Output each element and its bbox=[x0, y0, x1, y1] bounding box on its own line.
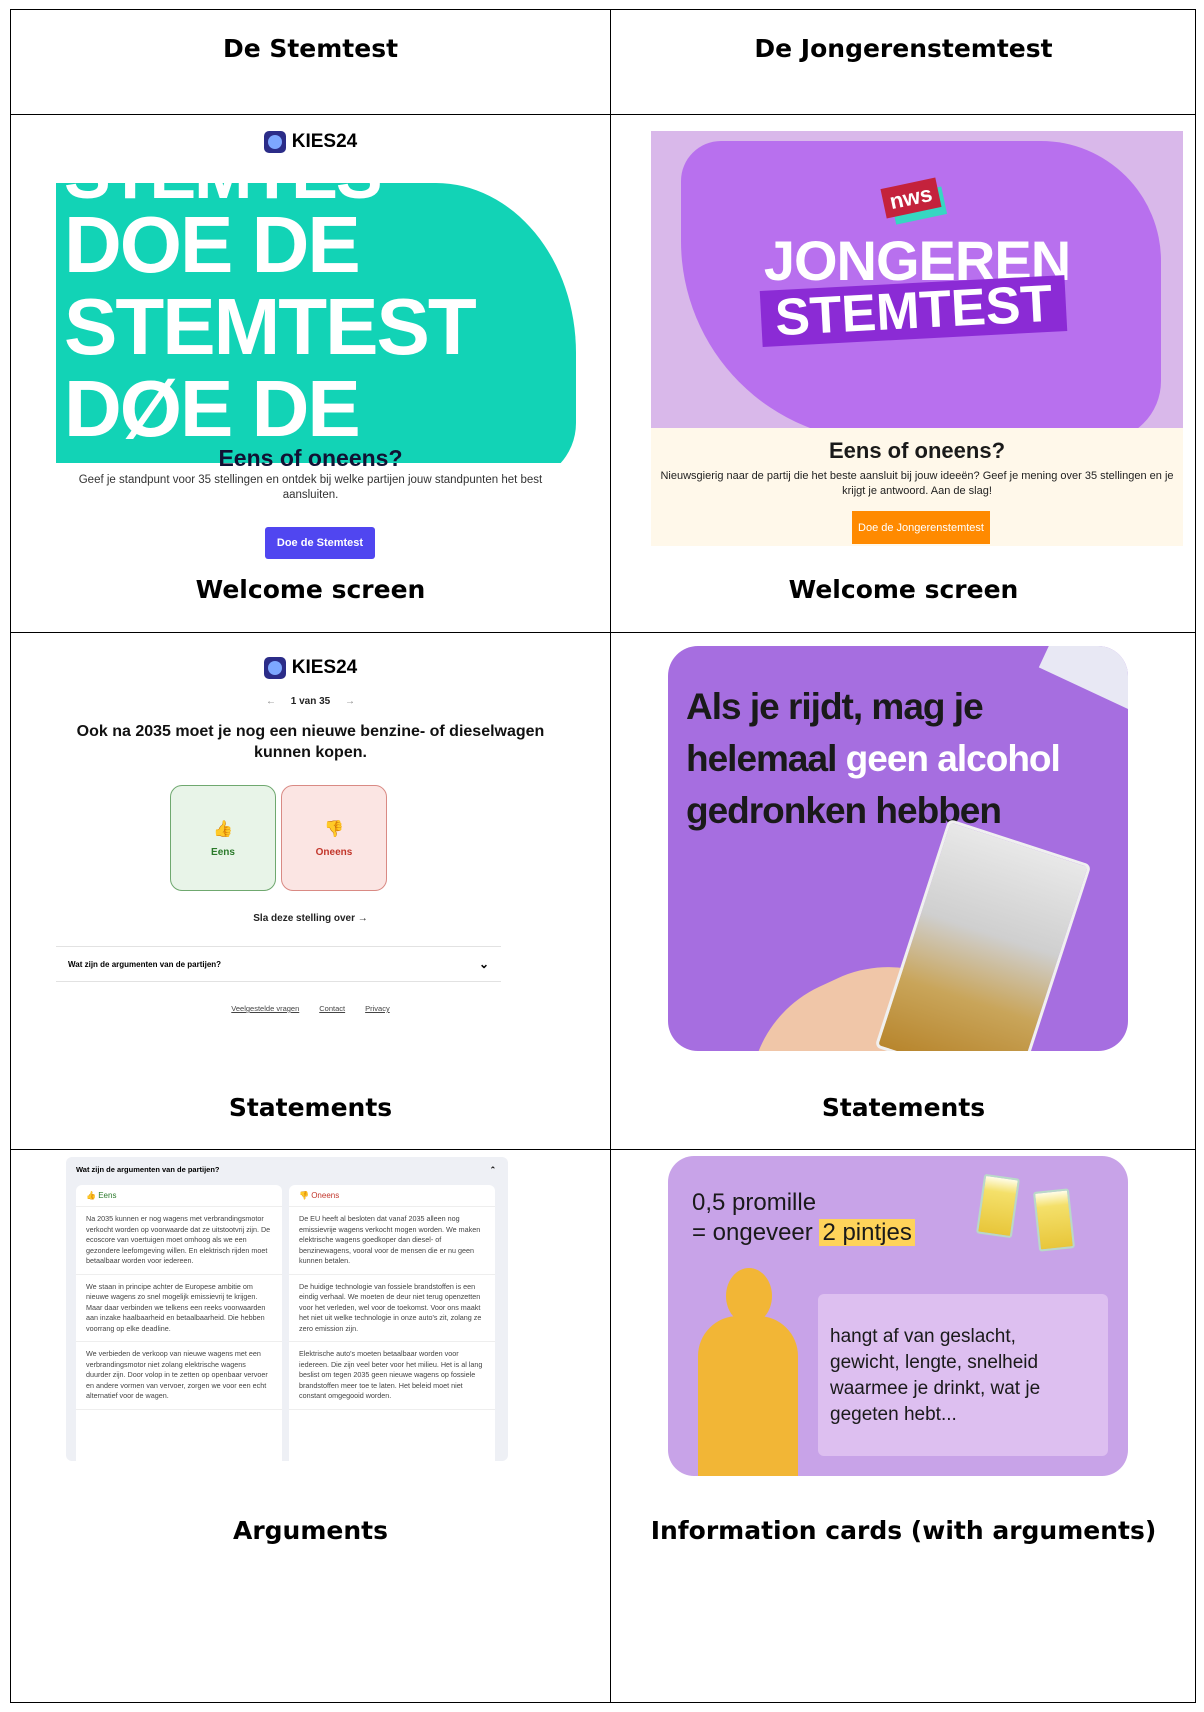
chevron-up-icon: ⌃ bbox=[489, 1165, 496, 1174]
caption: Statements bbox=[821, 1093, 986, 1122]
statement-navigation: ← 1 van 35 → bbox=[11, 696, 610, 707]
argument-item: De EU heeft al besloten dat vanaf 2035 a… bbox=[289, 1207, 495, 1275]
thumbs-down-icon: 👎 bbox=[299, 1191, 309, 1200]
information-card: 0,5 promille = ongeveer 2 pintjes hangt … bbox=[668, 1156, 1128, 1476]
comparison-table: De Stemtest De Jongerenstemtest KIES24 S… bbox=[10, 9, 1196, 1703]
info-card-cell: 0,5 promille = ongeveer 2 pintjes hangt … bbox=[611, 1150, 1196, 1703]
beer-glass-image bbox=[874, 818, 1092, 1051]
kies24-logo: KIES24 bbox=[11, 131, 610, 153]
beer-glass-icon bbox=[1032, 1188, 1076, 1252]
arguments-cell: Wat zijn de argumenten van de partijen? … bbox=[11, 1150, 610, 1703]
chevron-down-icon: ⌄ bbox=[478, 957, 489, 971]
caption: Welcome screen bbox=[195, 575, 426, 604]
jongeren-title-line1: JONGEREN bbox=[763, 229, 1071, 292]
caption: Statements bbox=[228, 1093, 393, 1122]
next-arrow-icon[interactable]: → bbox=[345, 696, 355, 707]
stemtest-hero-art: STEMTES DOE DE STEMTEST DØE DE bbox=[56, 165, 576, 463]
previous-arrow-icon[interactable]: ← bbox=[266, 696, 276, 707]
person-silhouette bbox=[698, 1316, 798, 1476]
thumbs-up-icon: 👍 bbox=[86, 1191, 96, 1200]
argument-item: Na 2035 kunnen er nog wagens met verbran… bbox=[76, 1207, 282, 1275]
kies24-logo: KIES24 bbox=[11, 657, 610, 679]
column-header: De Stemtest bbox=[222, 34, 399, 63]
jongeren-statement-cell: Als je rijdt, mag je helemaal geen alcoh… bbox=[611, 633, 1196, 1149]
welcome-title: Eens of oneens? bbox=[828, 438, 1006, 463]
stemtest-welcome-cell: KIES24 STEMTES DOE DE STEMTEST DØE DE Ee… bbox=[11, 115, 610, 632]
kies24-logo-icon bbox=[263, 131, 286, 153]
column-header: De Jongerenstemtest bbox=[754, 34, 1053, 63]
caption: Arguments bbox=[232, 1516, 388, 1545]
person-head bbox=[726, 1268, 772, 1324]
jongeren-welcome-screen: nws JONGEREN STEMTEST Eens of oneens? Ni… bbox=[651, 131, 1183, 546]
agree-column-title: 👍 Eens bbox=[76, 1185, 282, 1207]
caption: Information cards (with arguments) bbox=[650, 1516, 1157, 1545]
header-cell-right: De Jongerenstemtest bbox=[611, 10, 1196, 114]
arguments-accordion[interactable]: Wat zijn de argumenten van de partijen? … bbox=[56, 946, 501, 982]
welcome-title: Eens of oneens? bbox=[218, 445, 403, 471]
statement-text: Als je rijdt, mag je helemaal geen alcoh… bbox=[686, 686, 1061, 831]
welcome-text: Nieuwsgierig naar de partij die het best… bbox=[660, 470, 1174, 497]
agree-arguments-column: 👍 Eens Na 2035 kunnen er nog wagens met … bbox=[76, 1185, 282, 1461]
skip-statement-link[interactable]: Sla deze stelling over → bbox=[11, 913, 610, 924]
jongeren-hero-art: nws JONGEREN STEMTEST bbox=[651, 131, 1183, 428]
disagree-button[interactable]: 👎 Oneens bbox=[281, 785, 387, 891]
jongeren-welcome-cell: nws JONGEREN STEMTEST Eens of oneens? Ni… bbox=[611, 115, 1196, 632]
argument-item: De huidige technologie van fossiele bran… bbox=[289, 1275, 495, 1342]
info-card-headline: 0,5 promille = ongeveer 2 pintjes bbox=[692, 1188, 915, 1248]
arguments-accordion-header[interactable]: Wat zijn de argumenten van de partijen? … bbox=[76, 1165, 496, 1174]
agree-button[interactable]: 👍 Eens bbox=[170, 785, 276, 891]
privacy-link[interactable]: Privacy bbox=[365, 1004, 390, 1013]
beer-glass-icon bbox=[976, 1173, 1020, 1239]
faq-link[interactable]: Veelgestelde vragen bbox=[231, 1004, 299, 1013]
argument-item: We staan in principe achter de Europese … bbox=[76, 1275, 282, 1342]
stemtest-statement-cell: KIES24 ← 1 van 35 → Ook na 2035 moet je … bbox=[11, 633, 610, 1149]
disagree-column-title: 👎 Oneens bbox=[289, 1185, 495, 1207]
argument-item: We verbieden de verkoop van nieuwe wagen… bbox=[76, 1342, 282, 1410]
start-jongerenstemtest-button[interactable]: Doe de Jongerenstemtest bbox=[852, 511, 990, 544]
disagree-arguments-column: 👎 Oneens De EU heeft al besloten dat van… bbox=[289, 1185, 495, 1461]
argument-item: Elektrische auto's moeten betaalbaar wor… bbox=[289, 1342, 495, 1410]
caption: Welcome screen bbox=[788, 575, 1019, 604]
thumbs-up-icon: 👍 bbox=[213, 820, 233, 838]
kies24-logo-icon bbox=[263, 657, 286, 679]
statement-question: Ook na 2035 moet je nog een nieuwe benzi… bbox=[76, 723, 545, 761]
welcome-text: Geef je standpunt voor 35 stellingen en … bbox=[78, 474, 543, 501]
contact-link[interactable]: Contact bbox=[319, 1004, 345, 1013]
statement-counter: 1 van 35 bbox=[290, 696, 331, 707]
thumbs-down-icon: 👎 bbox=[324, 820, 344, 838]
header-cell-left: De Stemtest bbox=[11, 10, 610, 114]
info-card-explanation: hangt af van geslacht, gewicht, lengte, … bbox=[830, 1326, 1041, 1425]
jongeren-statement-card: Als je rijdt, mag je helemaal geen alcoh… bbox=[668, 646, 1128, 1051]
footer-links: Veelgestelde vragen Contact Privacy bbox=[11, 1004, 610, 1013]
arguments-panel: Wat zijn de argumenten van de partijen? … bbox=[66, 1157, 508, 1461]
start-stemtest-button[interactable]: Doe de Stemtest bbox=[265, 527, 375, 559]
